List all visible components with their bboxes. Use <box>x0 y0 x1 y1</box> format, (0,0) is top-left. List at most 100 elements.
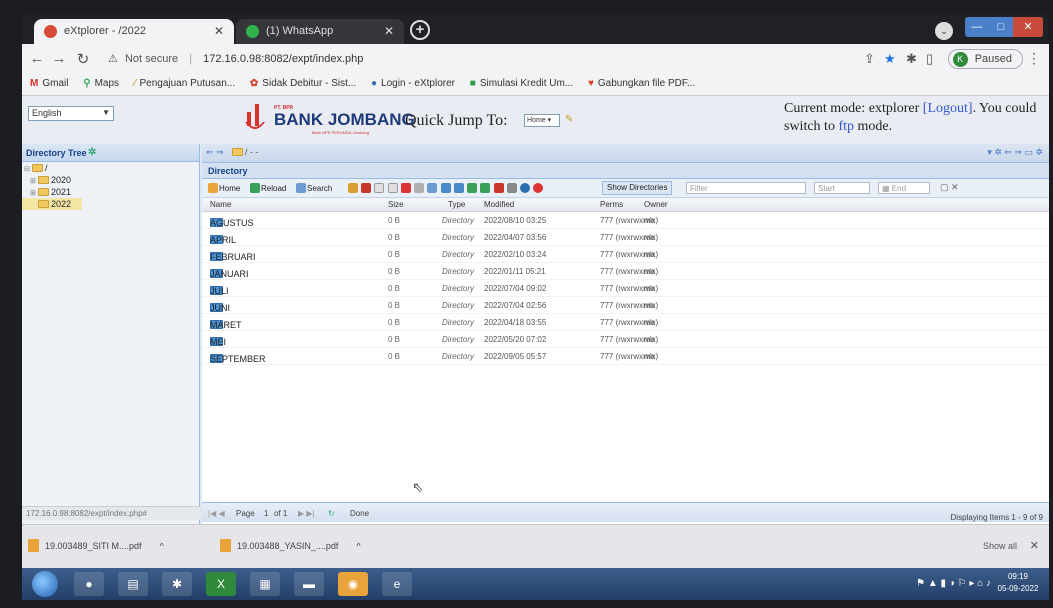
bookmark-gabungkan[interactable]: ♥ Gabungkan file PDF... <box>588 78 695 89</box>
bookmark-maps[interactable]: ⚲ Maps <box>83 78 119 89</box>
start-date-input[interactable]: Start <box>814 182 870 194</box>
bookmark-pengajuan[interactable]: ⁄ Pengajuan Putusan... <box>134 78 235 89</box>
go-icon[interactable]: ✎ <box>565 114 573 125</box>
bookmark-login[interactable]: ● Login - eXtplorer <box>371 78 455 89</box>
edit-icon[interactable] <box>361 183 372 193</box>
excel-icon[interactable]: X <box>206 572 236 596</box>
table-row[interactable]: MARET 0 B Directory 2022/04/18 03:55 777 (rw… <box>202 314 1049 331</box>
reload-icon[interactable]: ↻ <box>74 50 92 68</box>
download-item-1[interactable]: 19.003489_SITI M....pdf ^ <box>28 539 164 552</box>
browser-app-icon[interactable]: e <box>382 572 412 596</box>
rename-icon[interactable] <box>414 183 425 193</box>
column-type[interactable]: Type <box>448 200 465 209</box>
tree-node-root[interactable]: ⊟ / <box>22 162 199 174</box>
quick-jump-select[interactable]: Home ▾ <box>524 114 560 127</box>
path-combo[interactable]: / - - <box>232 147 259 157</box>
tree-node-2020[interactable]: ⊞ 2020 <box>22 174 199 186</box>
folder-app-icon[interactable]: ▬ <box>294 572 324 596</box>
home-button[interactable]: Home <box>208 183 240 193</box>
column-size[interactable]: Size <box>388 200 404 209</box>
move-icon[interactable] <box>387 183 398 193</box>
close-window-icon[interactable]: ✕ <box>1013 17 1043 37</box>
tab-whatsapp[interactable]: (1) WhatsApp ✕ <box>236 19 404 44</box>
logout-icon[interactable] <box>533 183 544 193</box>
close-tab-icon[interactable]: ✕ <box>214 24 224 38</box>
table-row[interactable]: SEPTEMBER 0 B Directory 2022/09/05 05:57 777… <box>202 348 1049 365</box>
file-explorer-icon[interactable]: ▤ <box>118 572 148 596</box>
table-row[interactable]: JULI 0 B Directory 2022/07/04 09:02 777 (rwx… <box>202 280 1049 297</box>
table-row[interactable]: AGUSTUS 0 B Directory 2022/08/10 03:25 777 (… <box>202 212 1049 229</box>
extensions-icon[interactable]: ✱ <box>906 51 917 67</box>
new-tab-button[interactable]: + <box>410 20 430 40</box>
download-icon[interactable] <box>453 183 464 193</box>
user-icon[interactable]: ● <box>74 572 104 596</box>
table-row[interactable]: JANUARI 0 B Directory 2022/01/11 05:21 777 (… <box>202 263 1049 280</box>
maximize-icon[interactable]: □ <box>989 17 1013 37</box>
tree-node-2022[interactable]: 2022 <box>22 198 82 210</box>
view-icon[interactable] <box>440 183 451 193</box>
table-row[interactable]: APRIL 0 B Directory 2022/04/07 03:56 777 (rw… <box>202 229 1049 246</box>
column-owner[interactable]: Owner <box>644 200 668 209</box>
forward-icon[interactable]: → <box>50 50 68 67</box>
column-modified[interactable]: Modified <box>484 200 514 209</box>
bookmark-sidak[interactable]: ✿ Sidak Debitur - Sist... <box>250 78 356 89</box>
table-row[interactable]: FEBRUARI 0 B Directory 2022/02/10 03:24 777 … <box>202 246 1049 263</box>
start-button[interactable] <box>32 571 58 597</box>
back-forward-icon[interactable]: ⇐ ⇒ <box>206 147 224 158</box>
bookmark-star-icon[interactable]: ★ <box>884 51 896 67</box>
clock[interactable]: 09:19 05-09-2022 <box>993 571 1043 595</box>
logout-link[interactable]: [Logout] <box>923 101 973 116</box>
address-bar[interactable]: ⚠ Not secure | 172.16.0.98:8082/expt/ind… <box>108 48 923 70</box>
tree-reload-icon[interactable]: ✲ <box>88 147 96 158</box>
next-page-icon[interactable]: ▶ ▶| <box>298 509 315 518</box>
settings-icon[interactable] <box>506 183 517 193</box>
profile-button[interactable]: K Paused <box>947 49 1023 69</box>
reload-button[interactable]: Reload <box>250 183 286 193</box>
copy-icon[interactable] <box>374 183 385 193</box>
close-downloads-icon[interactable]: ✕ <box>1030 539 1039 552</box>
column-perms[interactable]: Perms <box>600 200 623 209</box>
side-panel-icon[interactable]: ▯ <box>926 51 933 67</box>
chevron-up-icon[interactable]: ^ <box>356 541 360 551</box>
show-all-button[interactable]: Show all <box>983 541 1017 551</box>
system-tray[interactable]: ⚑ ▲ ▮ ◑ ⚐ ▸ ⌂ ♪ <box>916 578 991 589</box>
bluetooth-icon[interactable]: ✱ <box>162 572 192 596</box>
end-date-input[interactable]: ▦ End <box>878 182 930 194</box>
upload-icon[interactable] <box>467 183 478 193</box>
chmod-icon[interactable] <box>427 183 438 193</box>
bookmark-simulasi[interactable]: ■ Simulasi Kredit Um... <box>470 78 573 89</box>
app-header: English ▼ PT. BPR BANK JOMBANG Bank BPR … <box>22 96 1049 144</box>
table-row[interactable]: MEI 0 B Directory 2022/05/20 07:02 777 (rwxr… <box>202 331 1049 348</box>
archive-icon[interactable] <box>480 183 491 193</box>
bookmark-gmail[interactable]: M Gmail <box>30 78 68 89</box>
page-input[interactable]: 1 <box>264 509 268 518</box>
notes-icon[interactable]: ▦ <box>250 572 280 596</box>
share-icon[interactable]: ⇪ <box>864 51 875 67</box>
minimize-icon[interactable]: — <box>965 17 989 37</box>
help-icon[interactable] <box>520 183 531 193</box>
ftp-link[interactable]: ftp <box>838 119 854 134</box>
refresh-icon[interactable]: ↻ <box>328 509 335 518</box>
path-nav-icons[interactable]: ▾ ✲ ⇐ ⇒ ▭ ✲ <box>987 147 1043 158</box>
first-page-icon[interactable]: |◀ ◀ <box>208 509 225 518</box>
search-button[interactable]: Search <box>296 183 332 193</box>
more-menu-icon[interactable]: ⋮ <box>1027 50 1041 67</box>
chrome-icon[interactable]: ◉ <box>338 572 368 596</box>
file-action-icons[interactable] <box>348 183 544 193</box>
filter-input[interactable]: Filter <box>686 182 806 194</box>
download-item-2[interactable]: 19.003488_YASIN_....pdf ^ <box>220 539 361 552</box>
clear-filter-button[interactable]: ▢ ✕ <box>940 182 959 193</box>
tab-extplorer[interactable]: eXtplorer - /2022 ✕ <box>34 19 234 44</box>
back-icon[interactable]: ← <box>28 50 46 67</box>
show-directories-button[interactable]: Show Directories <box>602 181 673 195</box>
extract-icon[interactable] <box>493 183 504 193</box>
tab-search-icon[interactable]: ⌄ <box>935 22 953 40</box>
close-tab-icon[interactable]: ✕ <box>384 24 394 38</box>
chevron-up-icon[interactable]: ^ <box>160 541 164 551</box>
delete-icon[interactable] <box>400 183 411 193</box>
table-row[interactable]: JUNI 0 B Directory 2022/07/04 02:56 777 (rwx… <box>202 297 1049 314</box>
new-file-icon[interactable] <box>348 183 358 193</box>
column-name[interactable]: Name <box>210 200 231 209</box>
language-select[interactable]: English ▼ <box>28 106 114 121</box>
tree-node-2021[interactable]: ⊞ 2021 <box>22 186 199 198</box>
